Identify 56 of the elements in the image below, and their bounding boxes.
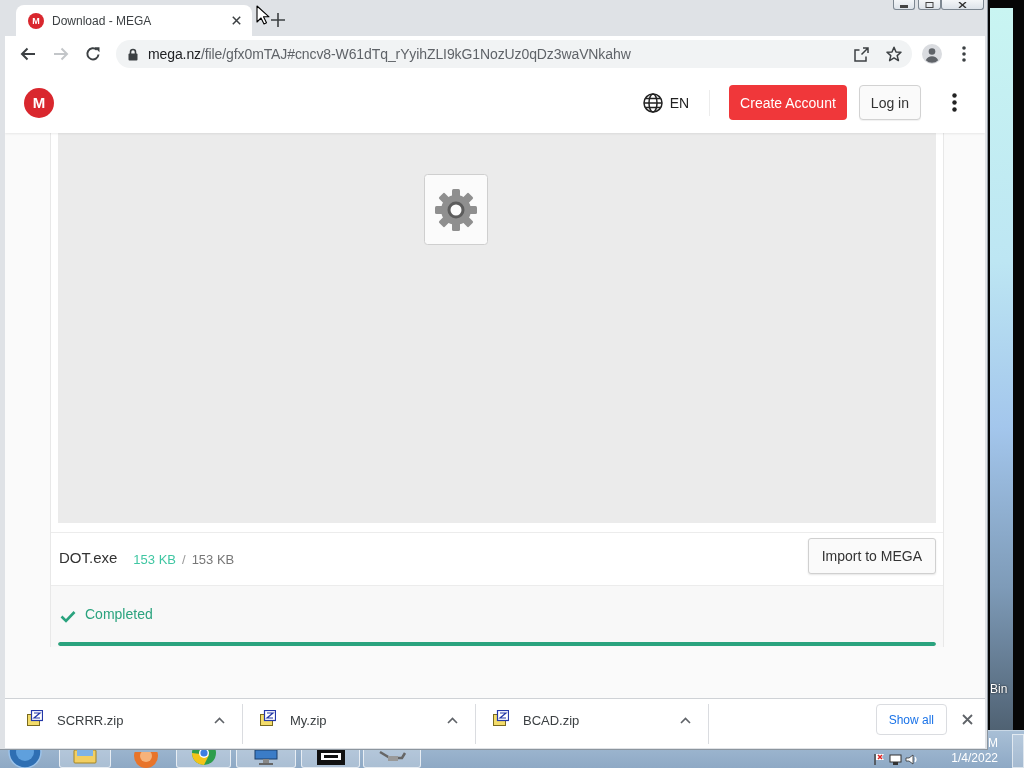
clock-time: M: [988, 735, 998, 751]
minimize-button[interactable]: [893, 0, 915, 10]
show-all-button[interactable]: Show all: [875, 704, 947, 735]
create-account-button[interactable]: Create Account: [729, 85, 847, 120]
taskbar-button[interactable]: [301, 750, 360, 768]
log-in-button[interactable]: Log in: [858, 85, 921, 120]
favicon: M: [28, 12, 44, 29]
download-item[interactable]: SCRRR.zip: [10, 704, 124, 737]
share-icon: [853, 46, 869, 62]
clock-date: 1/4/2022: [951, 750, 998, 766]
caret-icon: [679, 717, 691, 724]
zip-file-icon: [260, 709, 276, 726]
zip-file-icon: [27, 709, 43, 726]
person-icon: [922, 44, 942, 64]
tool-icon: [377, 750, 407, 764]
globe-icon: [642, 92, 663, 113]
mouse-cursor-icon: [256, 5, 270, 25]
close-icon: [231, 16, 241, 25]
caret-icon: [213, 717, 225, 724]
language-button[interactable]: EN: [642, 92, 690, 113]
caret-icon: [446, 717, 458, 724]
total-size: 153 KB: [191, 551, 235, 567]
minimize-icon: [900, 5, 908, 8]
back-arrow-icon: [20, 47, 36, 61]
reload-icon: [85, 46, 101, 62]
desktop-icon-label[interactable]: Bin: [990, 682, 1008, 696]
new-tab-button[interactable]: [269, 11, 287, 29]
menu-icon: [962, 46, 966, 62]
status-text: Completed: [85, 606, 153, 622]
download-item[interactable]: My.zip: [243, 704, 327, 737]
network-icon[interactable]: [889, 752, 902, 766]
address-bar[interactable]: mega.nz/file/gfx0mTAJ#cncv8-W61dTq_rYyihZLI9kG1NozUz0qDz3waVNkahw: [116, 40, 912, 68]
folder-icon: [73, 750, 97, 764]
size-separator: /: [182, 551, 186, 567]
file-name: DOT.exe: [59, 549, 118, 566]
gear-icon: [424, 174, 488, 245]
restore-button[interactable]: [918, 0, 941, 10]
zip-file-icon: [493, 709, 509, 726]
tab-title: Download - MEGA: [52, 13, 153, 28]
close-button[interactable]: [941, 0, 984, 10]
browser-tab[interactable]: M Download - MEGA: [16, 5, 252, 36]
restore-icon: [925, 2, 934, 8]
speaker-icon[interactable]: [905, 752, 918, 766]
plus-icon: [271, 13, 285, 27]
close-icon: [958, 2, 967, 8]
forward-arrow-icon: [53, 47, 69, 61]
more-icon: [951, 93, 957, 112]
download-item[interactable]: BCAD.zip: [476, 704, 580, 737]
import-button[interactable]: Import to MEGA: [807, 538, 936, 574]
close-icon: [961, 714, 973, 725]
terminal-icon: [315, 750, 346, 766]
url-text: mega.nz/file/gfx0mTAJ#cncv8-W61dTq_rYyihZLI9kG1NozUz0qDz3waVNkahw: [148, 46, 631, 62]
downloaded-size: 153 KB: [133, 551, 176, 567]
monitor-icon: [252, 750, 280, 766]
flag-icon[interactable]: [873, 752, 886, 766]
site-logo[interactable]: M: [24, 87, 54, 118]
